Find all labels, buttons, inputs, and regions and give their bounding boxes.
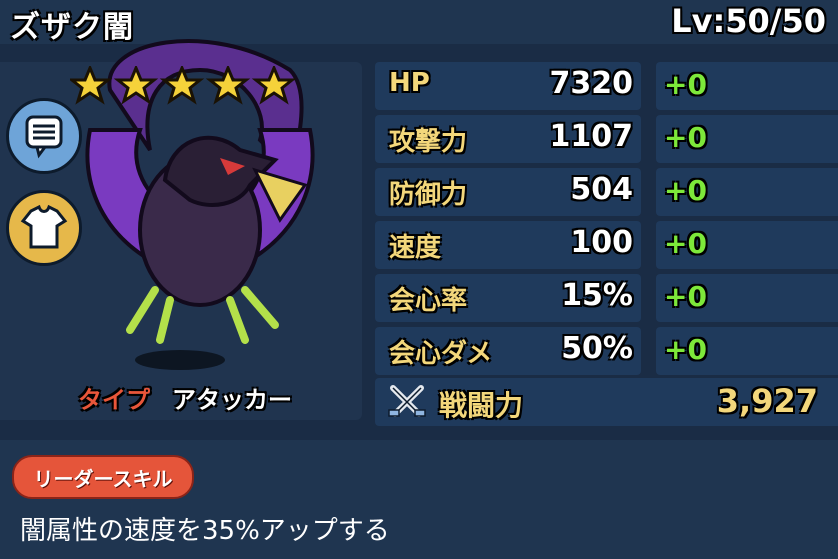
- rarity-stars: [70, 66, 297, 105]
- stat-label: HP: [389, 68, 430, 98]
- stat-bonus-crit-damage: +0: [656, 327, 838, 375]
- stat-value: 7320: [549, 66, 634, 101]
- bonus-value: +0: [664, 280, 707, 313]
- comment-button[interactable]: [6, 98, 82, 174]
- leader-skill-badge-label: リーダースキル: [33, 467, 173, 491]
- costume-button[interactable]: [6, 190, 82, 266]
- stat-bonus-hp: +0: [656, 62, 838, 110]
- stat-label: 速度: [389, 233, 442, 263]
- stat-label: 会心率: [389, 286, 468, 316]
- bonus-value: +0: [664, 121, 707, 154]
- stat-bonus-attack: +0: [656, 115, 838, 163]
- battle-power-label: 戦闘力: [439, 389, 524, 422]
- stat-value: 1107: [549, 119, 634, 154]
- comment-icon: [25, 115, 63, 159]
- bonus-value: +0: [664, 227, 707, 260]
- battle-power-row: 戦闘力 3,927: [375, 378, 838, 426]
- stat-bonus-speed: +0: [656, 221, 838, 269]
- stat-value: 15%: [561, 278, 633, 313]
- stat-label: 会心ダメ: [389, 339, 493, 369]
- star-icon: [70, 66, 113, 105]
- leader-skill-badge: リーダースキル: [12, 455, 194, 499]
- stat-row-speed: 速度 100: [375, 221, 641, 269]
- type-label: タイプ: [78, 386, 150, 414]
- stat-label: 防御力: [389, 180, 468, 210]
- crossed-swords-icon: [388, 385, 426, 417]
- star-icon: [113, 66, 159, 105]
- star-icon: [205, 66, 251, 105]
- level-indicator: Lv:50/50: [671, 2, 826, 40]
- bonus-value: +0: [664, 174, 707, 207]
- type-value: アタッカー: [172, 386, 292, 414]
- stat-value: 50%: [561, 331, 633, 366]
- star-icon: [251, 66, 297, 105]
- shirt-icon: [20, 204, 68, 249]
- stat-row-crit-damage: 会心ダメ 50%: [375, 327, 641, 375]
- stat-row-defense: 防御力 504: [375, 168, 641, 216]
- stat-label: 攻撃力: [389, 127, 468, 157]
- stat-bonus-crit-rate: +0: [656, 274, 838, 322]
- stat-value: 100: [570, 225, 633, 260]
- leader-skill-description: 闇属性の速度を35%アップする: [20, 516, 390, 546]
- battle-power-value: 3,927: [716, 382, 818, 420]
- stat-row-attack: 攻撃力 1107: [375, 115, 641, 163]
- stat-bonus-defense: +0: [656, 168, 838, 216]
- stat-row-crit-rate: 会心率 15%: [375, 274, 641, 322]
- bonus-value: +0: [664, 68, 707, 101]
- stat-value: 504: [570, 172, 633, 207]
- bonus-value: +0: [664, 333, 707, 366]
- stat-row-hp: HP 7320: [375, 62, 641, 110]
- star-icon: [159, 66, 205, 105]
